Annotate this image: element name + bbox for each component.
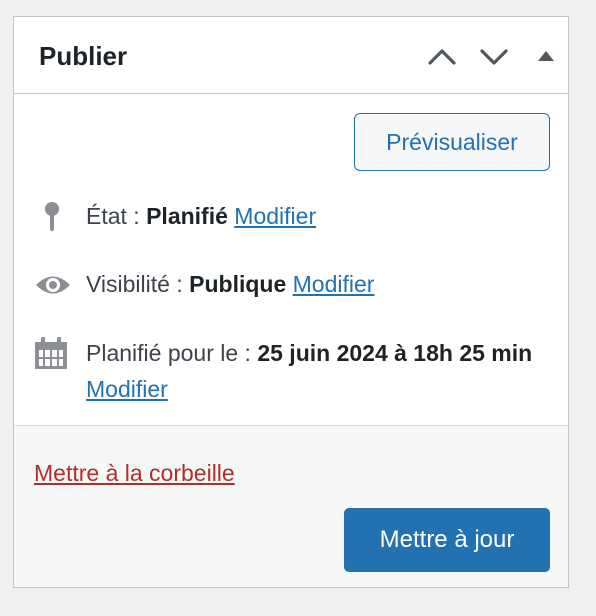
- preview-button[interactable]: Prévisualiser: [354, 113, 550, 171]
- move-down-button[interactable]: [476, 39, 512, 75]
- move-up-button[interactable]: [424, 39, 460, 75]
- visibility-row: Visibilité : Publique Modifier: [34, 266, 544, 302]
- visibility-value: Publique: [189, 271, 287, 297]
- update-button[interactable]: Mettre à jour: [344, 508, 550, 572]
- schedule-label: Planifié pour le :: [86, 340, 258, 366]
- box-title: Publier: [39, 41, 128, 71]
- toggle-panel-button[interactable]: [528, 39, 564, 75]
- visibility-label: Visibilité :: [86, 271, 190, 297]
- status-value: Planifié: [146, 203, 228, 229]
- schedule-value: 25 juin 2024 à 18h 25 min: [257, 340, 533, 366]
- schedule-row: Planifié pour le : 25 juin 2024 à 18h 25…: [34, 335, 544, 407]
- publish-box: Publier Prévisualiser État : Planifié Mo…: [13, 16, 569, 588]
- triangle-up-icon: [538, 51, 554, 61]
- chevron-down-icon: [480, 49, 508, 65]
- status-edit-link[interactable]: Modifier: [234, 203, 316, 229]
- schedule-edit-link[interactable]: Modifier: [86, 376, 168, 402]
- publish-box-header: Publier: [14, 17, 568, 94]
- chevron-up-icon: [428, 49, 456, 65]
- status-label: État :: [86, 203, 147, 229]
- move-to-trash-link[interactable]: Mettre à la corbeille: [34, 460, 235, 487]
- pin-icon: [34, 198, 70, 244]
- calendar-icon: [34, 335, 68, 381]
- visibility-edit-link[interactable]: Modifier: [293, 271, 375, 297]
- major-publishing-actions: Mettre à la corbeille Mettre à jour: [14, 425, 568, 587]
- status-row: État : Planifié Modifier: [34, 198, 544, 234]
- eye-icon: [34, 266, 72, 312]
